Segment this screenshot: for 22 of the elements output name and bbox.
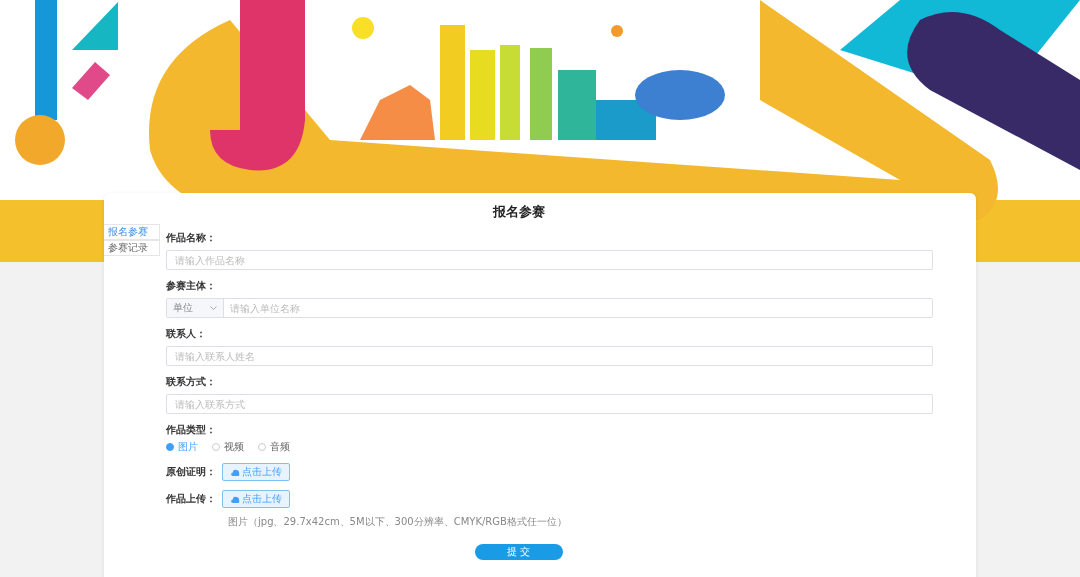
field-label: 原创证明： (166, 465, 216, 479)
submit-button[interactable]: 提 交 (474, 544, 563, 560)
upload-button[interactable]: 点击上传 (222, 463, 290, 481)
field-label: 参赛主体： (166, 279, 217, 293)
field-label: 作品类型： (166, 423, 217, 437)
field-label: 作品上传： (166, 492, 216, 506)
cloud-icon (230, 495, 240, 503)
sidebar-tab[interactable]: 报名参赛 (104, 224, 160, 240)
field-label: 作品名称： (166, 231, 217, 245)
field-label: 联系人： (166, 327, 207, 341)
input-field[interactable]: 请输入联系人姓名 (166, 346, 933, 366)
cloud-icon (230, 468, 240, 476)
radio-option[interactable]: 图片 (166, 440, 198, 454)
chevron-down-icon (210, 306, 217, 310)
field-label: 联系方式： (166, 375, 217, 389)
sidebar-tab[interactable]: 参赛记录 (104, 240, 160, 256)
form-title: 报名参赛 (491, 203, 546, 221)
radio-option[interactable]: 音频 (258, 440, 290, 454)
upload-button[interactable]: 点击上传 (222, 490, 290, 508)
upload-hint: 图片（jpg、29.7x42cm、5M以下、300分辨率、CMYK/RGB格式任一位） (228, 515, 568, 529)
type-select[interactable]: 单位 (167, 299, 224, 317)
radio-option[interactable]: 视频 (212, 440, 244, 454)
